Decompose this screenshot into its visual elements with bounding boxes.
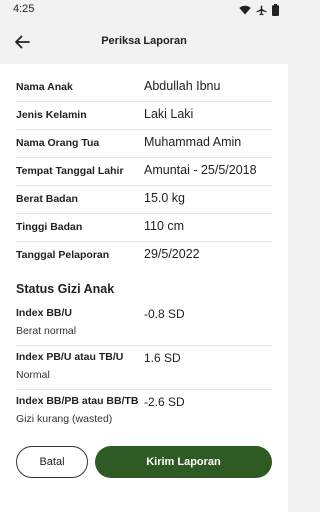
- nutrition-row-bb-pb: Index BB/PB atau BB/TB -2.6 SD Gizi kura…: [16, 389, 272, 433]
- nutrition-label: Index BB/PB atau BB/TB: [16, 395, 139, 407]
- detail-label: Tanggal Pelaporan: [16, 249, 110, 261]
- detail-value: 110 cm: [144, 219, 185, 233]
- detail-row-gender: Jenis Kelamin Laki Laki: [16, 101, 272, 130]
- nutrition-status: Normal: [16, 369, 50, 381]
- wifi-icon: [239, 5, 251, 15]
- nutrition-label: Index PB/U atau TB/U: [16, 351, 124, 363]
- detail-value: Abdullah Ibnu: [144, 79, 221, 93]
- detail-value: Muhammad Amin: [144, 135, 242, 149]
- page-title: Periksa Laporan: [101, 35, 187, 47]
- cancel-button[interactable]: Batal: [16, 446, 88, 478]
- detail-label: Berat Badan: [16, 193, 78, 205]
- detail-label: Jenis Kelamin: [16, 109, 87, 121]
- detail-label: Tinggi Badan: [16, 221, 83, 233]
- detail-value: Amuntai - 25/5/2018: [144, 163, 257, 177]
- detail-label: Nama Orang Tua: [16, 137, 100, 149]
- detail-row-report-date: Tanggal Pelaporan 29/5/2022: [16, 241, 272, 269]
- nutrition-section-title: Status Gizi Anak: [16, 282, 115, 296]
- airplane-icon: [256, 4, 267, 15]
- detail-row-parent-name: Nama Orang Tua Muhammad Amin: [16, 129, 272, 158]
- detail-row-weight: Berat Badan 15.0 kg: [16, 185, 272, 214]
- nutrition-status: Gizi kurang (wasted): [16, 413, 113, 425]
- nutrition-label: Index BB/U: [16, 307, 73, 319]
- status-bar: 4:25: [0, 0, 288, 20]
- nutrition-row-bb-u: Index BB/U -0.8 SD Berat normal: [16, 301, 272, 346]
- detail-value: 29/5/2022: [144, 247, 200, 261]
- nutrition-row-pb-u: Index PB/U atau TB/U 1.6 SD Normal: [16, 345, 272, 390]
- report-content: Nama Anak Abdullah Ibnu Jenis Kelamin La…: [0, 64, 288, 512]
- nutrition-value: -2.6 SD: [144, 395, 185, 409]
- detail-row-height: Tinggi Badan 110 cm: [16, 213, 272, 242]
- nutrition-value: 1.6 SD: [144, 351, 181, 365]
- nutrition-value: -0.8 SD: [144, 307, 185, 321]
- nutrition-status: Berat normal: [16, 325, 77, 337]
- detail-value: Laki Laki: [144, 107, 194, 121]
- detail-label: Tempat Tanggal Lahir: [16, 165, 124, 177]
- detail-row-birth: Tempat Tanggal Lahir Amuntai - 25/5/2018: [16, 157, 272, 186]
- detail-value: 15.0 kg: [144, 191, 186, 205]
- app-bar: Periksa Laporan: [0, 20, 288, 64]
- battery-icon: [272, 4, 279, 16]
- status-icons: [239, 4, 279, 16]
- detail-label: Nama Anak: [16, 81, 73, 93]
- submit-report-button[interactable]: Kirim Laporan: [95, 446, 272, 478]
- status-time: 4:25: [13, 3, 35, 15]
- detail-row-child-name: Nama Anak Abdullah Ibnu: [16, 73, 272, 102]
